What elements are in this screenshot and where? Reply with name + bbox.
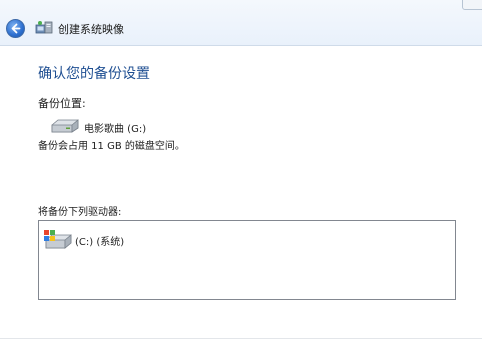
backup-location-label: 备份位置: — [38, 97, 86, 110]
drive-icon — [51, 119, 79, 133]
page-heading: 确认您的备份设置 — [38, 66, 150, 82]
window-title: 创建系统映像 — [58, 23, 124, 36]
divider — [0, 338, 482, 339]
windows-system-drive-icon — [44, 230, 72, 249]
backup-app-icon — [35, 21, 53, 34]
drive-list-item[interactable]: (C:) (系统) — [43, 229, 243, 251]
backup-location-drive: 电影歌曲 (G:) — [84, 124, 147, 135]
back-arrow-icon — [11, 23, 21, 34]
drives-list[interactable]: (C:) (系统) — [38, 220, 456, 300]
back-button[interactable] — [6, 19, 25, 38]
window-control-button[interactable] — [462, 0, 482, 10]
drive-list-item-label: (C:) (系统) — [75, 237, 125, 248]
title-bar: 创建系统映像 — [0, 0, 482, 46]
drives-list-label: 将备份下列驱动器: — [38, 207, 122, 218]
create-system-image-window: 创建系统映像 确认您的备份设置 备份位置: 电影歌曲 (G:) 备份会占用 11… — [0, 0, 482, 345]
backup-size-text: 备份会占用 11 GB 的磁盘空间。 — [38, 141, 185, 152]
